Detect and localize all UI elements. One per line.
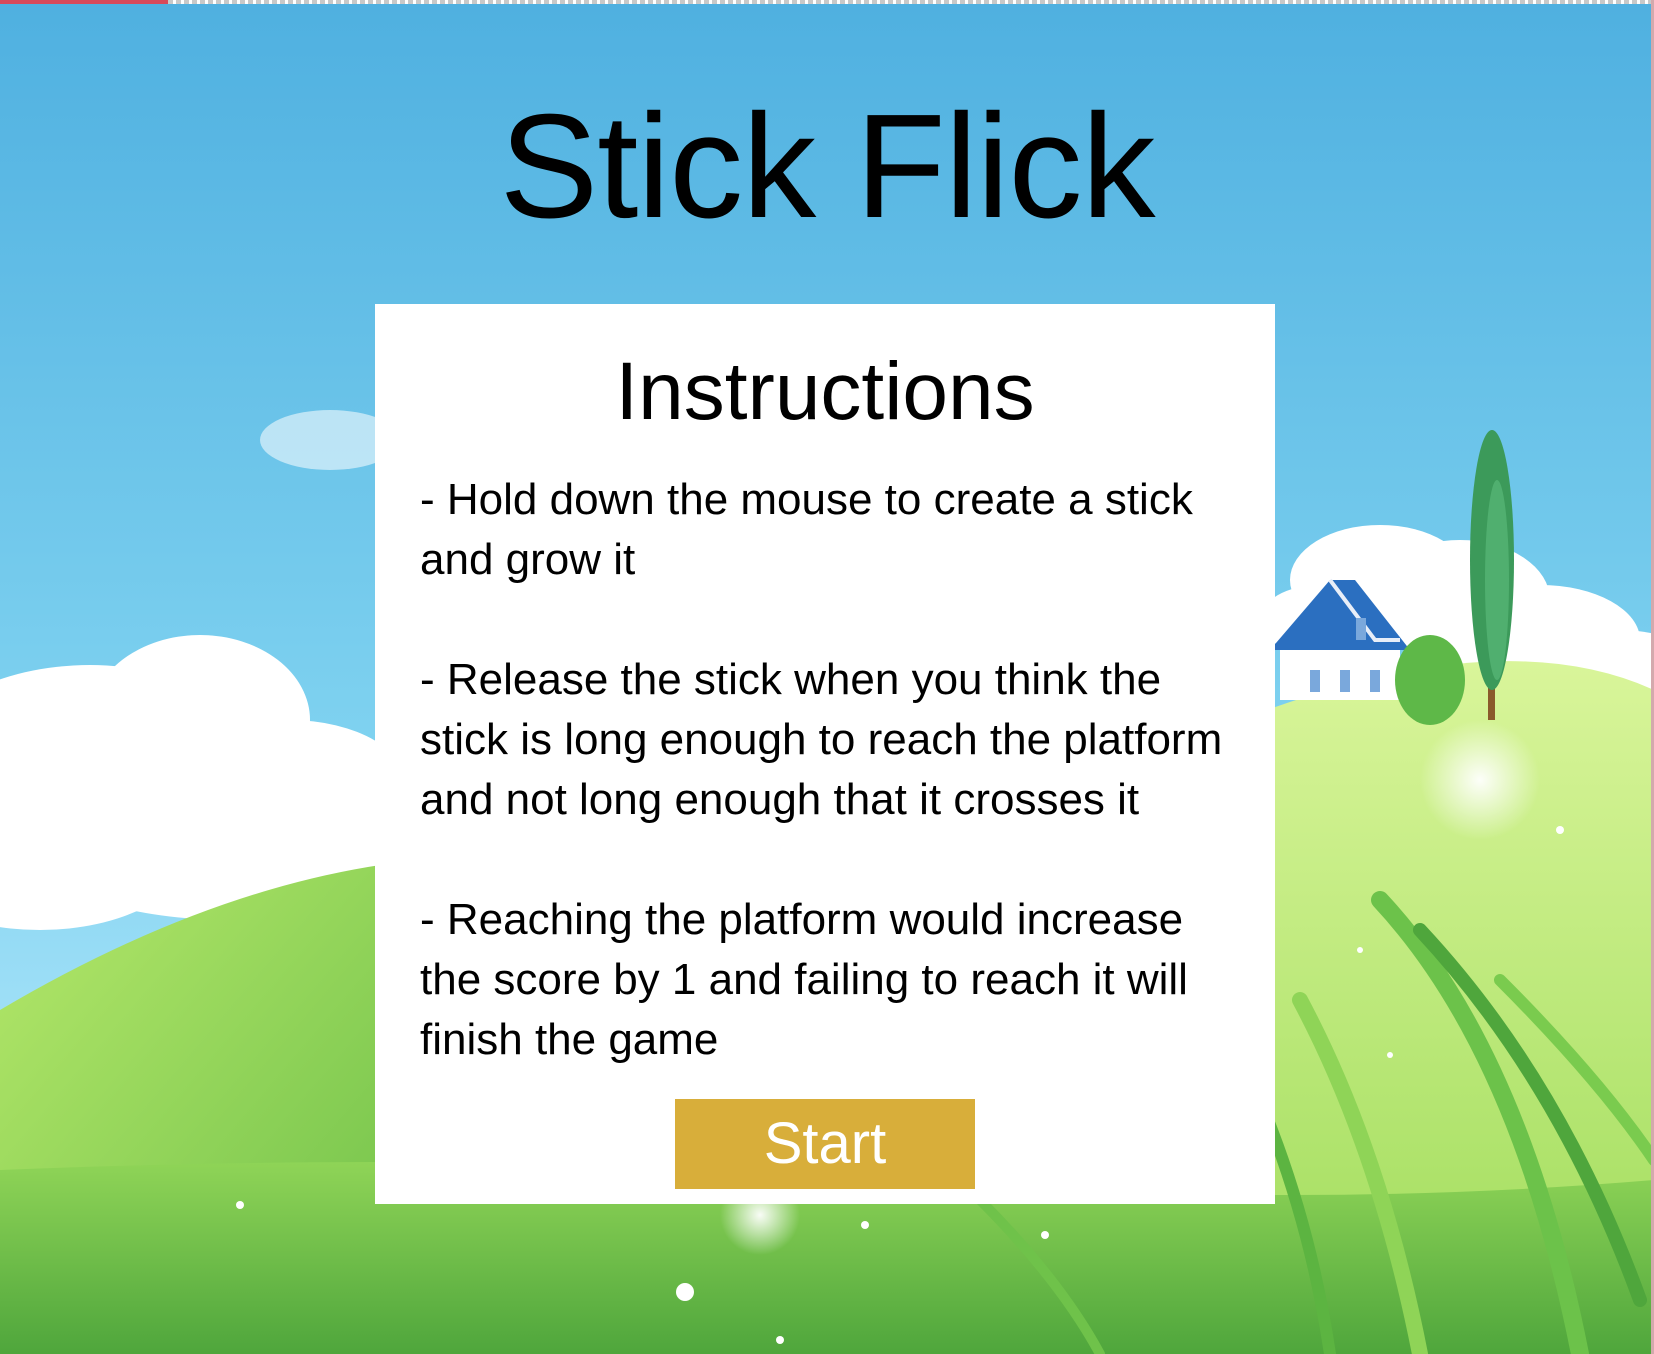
instruction-item: - Release the stick when you think the s… [420,655,1223,824]
game-title: Stick Flick [499,84,1156,249]
instructions-panel: Instructions - Hold down the mouse to cr… [375,304,1275,1204]
start-button[interactable]: Start [675,1099,975,1189]
page-top-accent [0,0,168,4]
instruction-item: - Hold down the mouse to create a stick … [420,475,1193,584]
game-screen: Stick Flick Instructions - Hold down the… [0,0,1654,1354]
instructions-heading: Instructions [615,346,1035,437]
instruction-item: - Reaching the platform would increase t… [420,895,1188,1064]
page-top-border [0,0,1654,4]
